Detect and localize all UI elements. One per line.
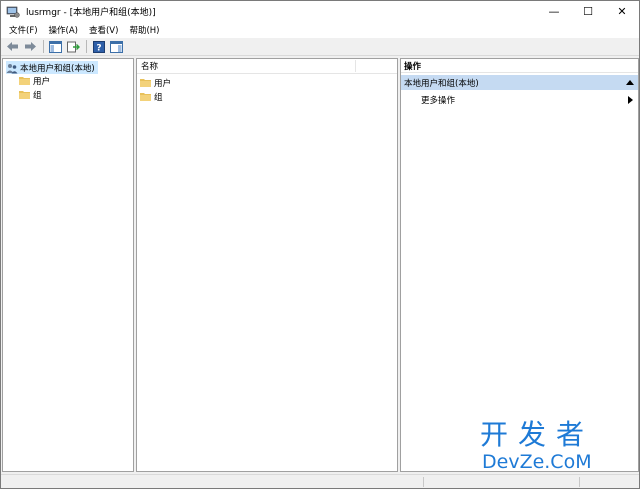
folder-icon bbox=[19, 90, 30, 99]
back-arrow-icon[interactable] bbox=[4, 39, 21, 54]
list-item[interactable]: 用户 bbox=[140, 76, 171, 89]
forward-arrow-icon[interactable] bbox=[22, 39, 39, 54]
menu-file[interactable]: 文件(F) bbox=[5, 24, 42, 36]
results-list-pane[interactable]: 名称 用户 组 bbox=[136, 58, 398, 472]
actions-group-label: 本地用户和组(本地) bbox=[404, 78, 479, 89]
tree-item-label: 本地用户和组(本地) bbox=[20, 63, 95, 74]
actions-group-local-users-groups[interactable]: 本地用户和组(本地) bbox=[401, 75, 638, 90]
site-watermark: 开发者 DevZe.CoM bbox=[480, 420, 635, 482]
toolbar: ? bbox=[1, 38, 639, 56]
column-header-name[interactable]: 名称 bbox=[137, 59, 397, 74]
list-item-label: 组 bbox=[154, 92, 163, 103]
toolbar-separator bbox=[43, 40, 44, 53]
console-tree-pane[interactable]: 本地用户和组(本地) 用户 组 bbox=[2, 58, 134, 472]
maximize-button[interactable]: ☐ bbox=[571, 1, 605, 22]
watermark-chinese: 开发者 bbox=[480, 418, 595, 451]
toolbar-separator bbox=[86, 40, 87, 53]
menu-help[interactable]: 帮助(H) bbox=[125, 24, 163, 36]
computer-management-icon bbox=[6, 5, 20, 19]
collapse-up-icon[interactable] bbox=[626, 78, 634, 88]
more-actions-item[interactable]: 更多操作 bbox=[421, 93, 636, 107]
export-list-icon[interactable] bbox=[65, 39, 82, 54]
window-title: lusrmgr - [本地用户和组(本地)] bbox=[26, 8, 156, 18]
minimize-button[interactable]: — bbox=[537, 1, 571, 22]
submenu-arrow-icon bbox=[628, 96, 633, 107]
svg-text:?: ? bbox=[96, 43, 101, 53]
actions-pane-title: 操作 bbox=[401, 59, 638, 73]
show-hide-console-tree-icon[interactable] bbox=[47, 39, 64, 54]
menu-action[interactable]: 操作(A) bbox=[45, 24, 82, 36]
show-hide-action-pane-icon[interactable] bbox=[108, 39, 125, 54]
watermark-english: DevZe.CoM bbox=[482, 451, 592, 473]
folder-icon bbox=[140, 78, 151, 87]
menu-bar: 文件(F) 操作(A) 查看(V) 帮助(H) bbox=[1, 22, 639, 38]
column-header-label: 名称 bbox=[141, 62, 159, 72]
mmc-window: lusrmgr - [本地用户和组(本地)] — ☐ ✕ 文件(F) 操作(A)… bbox=[0, 0, 640, 489]
folder-icon bbox=[19, 76, 30, 85]
tree-item-groups[interactable]: 组 bbox=[19, 88, 42, 101]
close-button[interactable]: ✕ bbox=[605, 1, 639, 22]
users-groups-icon bbox=[6, 63, 18, 74]
tree-item-users[interactable]: 用户 bbox=[19, 74, 50, 87]
column-divider[interactable] bbox=[355, 60, 356, 72]
menu-view[interactable]: 查看(V) bbox=[85, 24, 122, 36]
tree-item-label: 用户 bbox=[33, 76, 51, 87]
title-bar[interactable]: lusrmgr - [本地用户和组(本地)] — ☐ ✕ bbox=[1, 1, 639, 22]
help-icon[interactable]: ? bbox=[90, 39, 107, 54]
list-item-label: 用户 bbox=[154, 78, 172, 89]
folder-icon bbox=[140, 92, 151, 101]
status-divider bbox=[423, 477, 424, 487]
window-controls: — ☐ ✕ bbox=[537, 1, 639, 22]
more-actions-label: 更多操作 bbox=[421, 96, 456, 106]
actions-pane: 操作 本地用户和组(本地) 更多操作 bbox=[400, 58, 639, 472]
list-item[interactable]: 组 bbox=[140, 90, 163, 103]
tree-item-local-users-groups[interactable]: 本地用户和组(本地) bbox=[6, 61, 98, 74]
tree-item-label: 组 bbox=[33, 90, 42, 101]
